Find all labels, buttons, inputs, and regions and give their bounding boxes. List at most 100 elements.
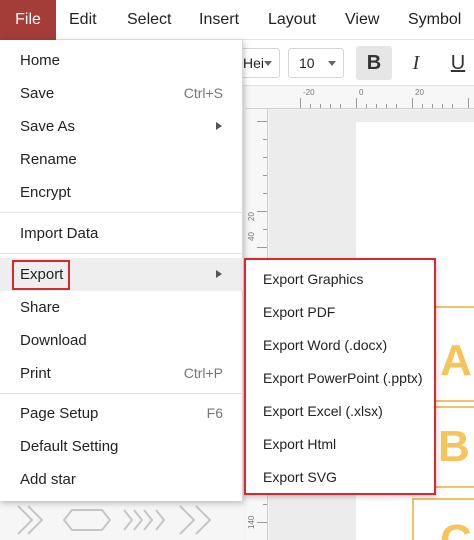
chevron-right-icon bbox=[216, 122, 222, 130]
ruler-tick bbox=[263, 175, 267, 176]
menu-item-label: Page Setup bbox=[20, 405, 99, 422]
menu-item-shortcut: Ctrl+P bbox=[183, 365, 223, 381]
ruler-tick bbox=[263, 139, 267, 140]
menu-file[interactable]: File bbox=[0, 0, 56, 40]
menu-view[interactable]: View bbox=[345, 0, 379, 40]
menu-item-encrypt[interactable]: Encrypt bbox=[0, 176, 243, 209]
menu-item-label: Print bbox=[20, 365, 51, 382]
export-html-item[interactable]: Export Html bbox=[246, 428, 434, 461]
ruler-tick bbox=[376, 104, 377, 108]
ruler-tick bbox=[310, 104, 311, 108]
ruler-tick bbox=[386, 104, 387, 108]
menu-bar: File Edit Select Insert Layout View Symb… bbox=[0, 0, 474, 40]
underline-button[interactable]: U bbox=[440, 46, 474, 80]
menu-insert[interactable]: Insert bbox=[199, 0, 239, 40]
ruler-tick bbox=[257, 522, 267, 523]
menu-item-label: Rename bbox=[20, 151, 77, 168]
ruler-tick bbox=[257, 121, 267, 122]
menu-item-add-star[interactable]: Add star bbox=[0, 463, 243, 496]
menu-item-page-setup[interactable]: Page Setup F6 bbox=[0, 397, 243, 430]
chevron-right-icon bbox=[216, 270, 222, 278]
menu-item-label: Save As bbox=[20, 118, 76, 135]
letter-a-text: A bbox=[440, 336, 472, 385]
menu-item-print[interactable]: Print Ctrl+P bbox=[0, 357, 243, 390]
ruler-label: 20 bbox=[415, 88, 424, 97]
menu-edit[interactable]: Edit bbox=[69, 0, 97, 40]
menu-item-label: Add star bbox=[20, 471, 76, 488]
menu-separator bbox=[0, 212, 243, 213]
menu-item-export[interactable]: Export bbox=[0, 258, 243, 291]
menu-item-default-setting[interactable]: Default Setting bbox=[0, 430, 243, 463]
menu-item-label: Share bbox=[20, 299, 61, 316]
ruler-tick bbox=[263, 157, 267, 158]
menu-item-import-data[interactable]: Import Data bbox=[0, 217, 243, 250]
export-word-item[interactable]: Export Word (.docx) bbox=[246, 329, 434, 362]
ruler-tick bbox=[412, 98, 413, 108]
menu-separator bbox=[0, 253, 243, 254]
menu-item-label: Default Setting bbox=[20, 438, 119, 455]
font-size-value: 10 bbox=[299, 55, 315, 71]
menu-separator bbox=[0, 393, 243, 394]
menu-item-label: Download bbox=[20, 332, 87, 349]
menu-item-save[interactable]: Save Ctrl+S bbox=[0, 77, 243, 110]
bold-button[interactable]: B bbox=[356, 46, 392, 80]
menu-item-label: Encrypt bbox=[20, 184, 71, 201]
ruler-tick bbox=[330, 104, 331, 108]
ruler-tick bbox=[396, 104, 397, 108]
menu-item-shortcut: F6 bbox=[206, 405, 223, 421]
export-svg-item[interactable]: Export SVG bbox=[246, 461, 434, 494]
ruler-label: 20 bbox=[247, 212, 256, 221]
menu-item-label: Export bbox=[20, 266, 64, 283]
letter-c-text: C bbox=[440, 516, 472, 540]
ruler-label: 0 bbox=[359, 88, 364, 97]
chevron-down-icon bbox=[264, 61, 272, 66]
file-menu: Home Save Ctrl+S Save As Rename Encrypt … bbox=[0, 40, 243, 501]
font-size-select[interactable]: 10 bbox=[288, 48, 344, 78]
ruler-tick bbox=[452, 104, 453, 108]
chevron-down-icon bbox=[328, 61, 336, 66]
ruler-tick bbox=[257, 247, 267, 248]
export-pdf-item[interactable]: Export PDF bbox=[246, 296, 434, 329]
submenu-item-label: Export SVG bbox=[263, 469, 337, 485]
ruler-tick bbox=[432, 104, 433, 108]
menu-item-download[interactable]: Download bbox=[0, 324, 243, 357]
export-submenu: Export Graphics Export PDF Export Word (… bbox=[244, 258, 436, 495]
ruler-tick bbox=[422, 104, 423, 108]
horizontal-ruler: -20 0 20 bbox=[246, 87, 474, 109]
menu-item-save-as[interactable]: Save As bbox=[0, 110, 243, 143]
export-graphics-item[interactable]: Export Graphics bbox=[246, 263, 434, 296]
shape-library-strip bbox=[0, 500, 244, 540]
export-excel-item[interactable]: Export Excel (.xlsx) bbox=[246, 395, 434, 428]
letter-b-text: B bbox=[438, 422, 470, 471]
ruler-tick bbox=[300, 98, 301, 108]
ruler-tick bbox=[468, 98, 469, 108]
arrow-shapes-icon[interactable] bbox=[0, 500, 244, 540]
ruler-tick bbox=[263, 504, 267, 505]
menu-item-label: Home bbox=[20, 52, 61, 69]
submenu-item-label: Export Graphics bbox=[263, 271, 364, 287]
menu-item-share[interactable]: Share bbox=[0, 291, 243, 324]
submenu-item-label: Export Word (.docx) bbox=[263, 337, 388, 353]
submenu-item-label: Export Html bbox=[263, 436, 337, 452]
menu-item-label: Import Data bbox=[20, 225, 99, 242]
submenu-item-label: Export Excel (.xlsx) bbox=[263, 403, 383, 419]
menu-item-shortcut: Ctrl+S bbox=[183, 85, 223, 101]
ruler-tick bbox=[366, 104, 367, 108]
letter-shape-c[interactable]: C bbox=[412, 498, 474, 540]
ruler-tick bbox=[257, 211, 267, 212]
menu-symbol[interactable]: Symbol bbox=[408, 0, 461, 40]
export-powerpoint-item[interactable]: Export PowerPoint (.pptx) bbox=[246, 362, 434, 395]
menu-select[interactable]: Select bbox=[127, 0, 171, 40]
ruler-label: 40 bbox=[247, 232, 256, 241]
ruler-tick bbox=[263, 193, 267, 194]
font-family-value: Hei bbox=[243, 55, 265, 71]
ruler-label: 140 bbox=[247, 515, 256, 529]
submenu-item-label: Export PowerPoint (.pptx) bbox=[263, 370, 423, 386]
ruler-tick bbox=[442, 104, 443, 108]
italic-button[interactable]: I bbox=[398, 46, 434, 80]
submenu-item-label: Export PDF bbox=[263, 304, 336, 320]
ruler-label: -20 bbox=[303, 88, 315, 97]
menu-item-rename[interactable]: Rename bbox=[0, 143, 243, 176]
menu-layout[interactable]: Layout bbox=[268, 0, 316, 40]
menu-item-home[interactable]: Home bbox=[0, 44, 243, 77]
